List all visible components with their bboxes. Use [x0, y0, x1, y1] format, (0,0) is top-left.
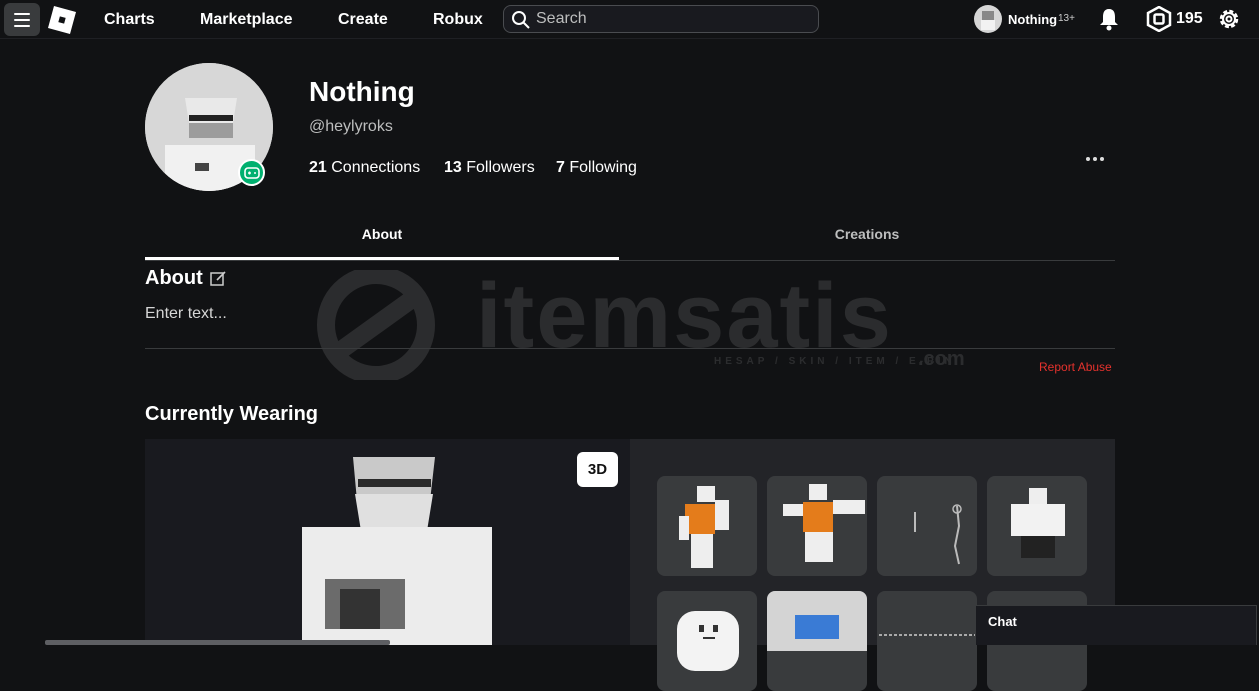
roblox-logo-icon[interactable]	[48, 6, 76, 34]
itemsatis-watermark: itemsatis HESAP / SKIN / ITEM / E-PIN .c…	[296, 265, 976, 380]
watermark-text: itemsatis	[476, 265, 893, 367]
blue-pants-thumbnail	[767, 591, 867, 651]
avatar-full-body-image	[302, 457, 492, 645]
about-text[interactable]: Enter text...	[145, 305, 227, 323]
horizontal-scrollbar[interactable]	[45, 640, 390, 645]
tab-creations[interactable]: Creations	[630, 218, 1104, 260]
watermark-subtext: HESAP / SKIN / ITEM / E-PIN	[714, 356, 956, 367]
robux-balance[interactable]: 195	[1176, 10, 1203, 28]
robux-icon[interactable]	[1146, 6, 1172, 32]
tab-about[interactable]: About	[145, 218, 619, 260]
profile-tabs: About Creations	[145, 218, 1115, 261]
profile-display-name: Nothing	[309, 76, 415, 107]
top-nav-bar: Charts Marketplace Create Robux Nothing …	[0, 0, 1259, 39]
about-divider	[145, 348, 1115, 349]
hamburger-menu-button[interactable]	[4, 3, 40, 36]
nav-link-charts[interactable]: Charts	[104, 0, 155, 39]
nav-link-robux[interactable]: Robux	[433, 0, 483, 39]
report-abuse-link[interactable]: Report Abuse	[1039, 360, 1112, 374]
chat-label: Chat	[988, 614, 1017, 629]
watermark-suffix: .com	[918, 348, 965, 370]
worn-item-card[interactable]	[987, 476, 1087, 576]
worn-item-card[interactable]	[767, 591, 867, 691]
about-heading: About	[145, 267, 203, 289]
connections-label: Connections	[331, 159, 421, 176]
following-stat[interactable]: 7 Following	[556, 159, 637, 177]
followers-stat[interactable]: 13 Followers	[444, 159, 535, 177]
nav-link-create[interactable]: Create	[338, 0, 388, 39]
watermark-logo-icon	[317, 270, 435, 380]
orange-shirt-animation-thumbnail	[679, 486, 729, 568]
followers-label: Followers	[466, 159, 535, 176]
in-game-presence-icon	[238, 159, 265, 186]
avatar-preview-panel[interactable]	[145, 439, 630, 645]
worn-item-card[interactable]	[877, 591, 977, 691]
profile-handle: @heylyroks	[309, 118, 393, 135]
following-count: 7	[556, 159, 565, 176]
nav-avatar[interactable]	[974, 5, 1002, 33]
chat-panel[interactable]: Chat	[975, 605, 1257, 645]
followers-count: 13	[444, 159, 462, 176]
worn-item-card[interactable]	[657, 591, 757, 691]
worn-item-card[interactable]	[657, 476, 757, 576]
worn-item-card[interactable]	[877, 476, 977, 576]
following-label: Following	[569, 159, 637, 176]
search-icon	[512, 11, 530, 29]
connections-stat[interactable]: 21 Connections	[309, 159, 420, 177]
face-head-thumbnail	[677, 611, 739, 671]
search-bar[interactable]	[503, 5, 819, 33]
currently-wearing-heading: Currently Wearing	[145, 403, 318, 425]
worn-item-card[interactable]	[767, 476, 867, 576]
more-options-icon[interactable]	[1083, 150, 1107, 168]
search-input[interactable]	[536, 8, 806, 30]
age-badge: 13+	[1058, 13, 1075, 24]
chain-necklace-thumbnail	[879, 634, 975, 636]
nav-username[interactable]: Nothing	[1008, 12, 1057, 27]
orange-shirt-pose-thumbnail	[783, 484, 865, 562]
notification-bell-icon[interactable]	[1098, 7, 1120, 31]
connections-count: 21	[309, 159, 327, 176]
toggle-3d-button[interactable]: 3D	[577, 452, 618, 487]
settings-gear-icon[interactable]	[1216, 6, 1242, 32]
edit-icon[interactable]	[210, 270, 227, 287]
white-body-thumbnail	[1011, 488, 1065, 558]
nav-link-marketplace[interactable]: Marketplace	[200, 0, 293, 39]
chain-accessory-thumbnail	[914, 504, 962, 565]
